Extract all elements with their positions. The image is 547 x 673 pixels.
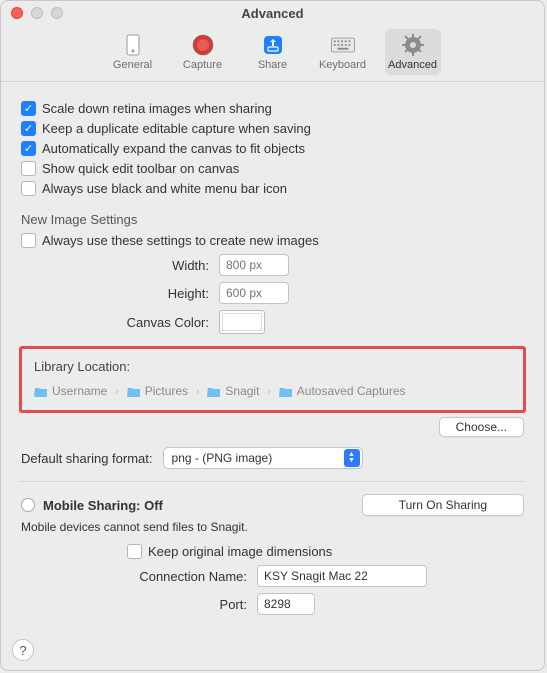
folder-icon — [279, 386, 293, 397]
capture-icon — [191, 33, 215, 57]
tab-label: Keyboard — [319, 59, 366, 71]
breadcrumb-item: Autosaved Captures — [279, 384, 406, 398]
tab-label: Capture — [183, 59, 222, 71]
breadcrumb-label: Snagit — [225, 384, 259, 398]
window-title: Advanced — [1, 6, 544, 21]
turn-on-sharing-button[interactable]: Turn On Sharing — [362, 494, 524, 516]
check-label: Always use these settings to create new … — [42, 233, 319, 248]
folder-icon — [127, 386, 141, 397]
titlebar: Advanced — [1, 1, 544, 25]
port-input[interactable] — [257, 593, 315, 615]
divider — [19, 481, 526, 482]
canvas-color-well[interactable] — [219, 310, 265, 334]
mobile-sharing-title: Mobile Sharing: Off — [43, 498, 163, 513]
port-label: Port: — [19, 597, 257, 612]
checkbox-expand-canvas[interactable]: ✓ — [21, 141, 36, 156]
sharing-format-select[interactable]: png - (PNG image) ▲▼ — [163, 447, 363, 469]
tab-general[interactable]: General — [105, 29, 161, 75]
check-label: Scale down retina images when sharing — [42, 101, 272, 116]
library-title: Library Location: — [34, 359, 511, 374]
tab-keyboard[interactable]: Keyboard — [315, 29, 371, 75]
preferences-window: Advanced General Capture Share Keyboard — [0, 0, 545, 671]
mobile-sharing-subtitle: Mobile devices cannot send files to Snag… — [21, 520, 524, 534]
tab-label: Share — [258, 59, 287, 71]
breadcrumb-item: Snagit — [207, 384, 259, 398]
keyboard-icon — [331, 33, 355, 57]
preferences-toolbar: General Capture Share Keyboard Advanced — [1, 25, 544, 82]
breadcrumb-item: Pictures — [127, 384, 188, 398]
check-label: Automatically expand the canvas to fit o… — [42, 141, 305, 156]
check-label: Always use black and white menu bar icon — [42, 181, 287, 196]
folder-icon — [207, 386, 221, 397]
checkbox-bw-menubar[interactable] — [21, 181, 36, 196]
height-label: Height: — [19, 286, 219, 301]
checkbox-duplicate[interactable]: ✓ — [21, 121, 36, 136]
checkbox-quick-edit[interactable] — [21, 161, 36, 176]
select-value: png - (PNG image) — [172, 451, 273, 465]
checkbox-always-use[interactable] — [21, 233, 36, 248]
tab-label: Advanced — [388, 59, 437, 71]
updown-arrows-icon: ▲▼ — [344, 449, 360, 467]
breadcrumb-label: Pictures — [145, 384, 188, 398]
content-area: ✓ Scale down retina images when sharing ✓… — [1, 82, 544, 670]
canvas-color-label: Canvas Color: — [19, 315, 219, 330]
breadcrumb-item: Username — [34, 384, 107, 398]
check-label: Keep a duplicate editable capture when s… — [42, 121, 311, 136]
help-button[interactable]: ? — [12, 639, 34, 661]
height-input[interactable] — [219, 282, 289, 304]
new-image-heading: New Image Settings — [21, 212, 524, 227]
tab-share[interactable]: Share — [245, 29, 301, 75]
check-label: Keep original image dimensions — [148, 544, 332, 559]
tab-label: General — [113, 59, 152, 71]
connection-name-label: Connection Name: — [19, 569, 257, 584]
breadcrumb-label: Autosaved Captures — [297, 384, 406, 398]
share-icon — [261, 33, 285, 57]
folder-icon — [34, 386, 48, 397]
general-icon — [121, 33, 145, 57]
connection-name-input[interactable] — [257, 565, 427, 587]
chevron-right-icon: › — [196, 386, 199, 397]
tab-advanced[interactable]: Advanced — [385, 29, 441, 75]
mobile-sharing-radio[interactable] — [21, 498, 35, 512]
library-location-box: Library Location: Username › Pictures › … — [19, 346, 526, 413]
gear-icon — [401, 33, 425, 57]
width-label: Width: — [19, 258, 219, 273]
check-label: Show quick edit toolbar on canvas — [42, 161, 239, 176]
checkbox-keep-dims[interactable] — [127, 544, 142, 559]
library-breadcrumb: Username › Pictures › Snagit › Autosaved… — [34, 384, 511, 398]
checkbox-scale-retina[interactable]: ✓ — [21, 101, 36, 116]
sharing-format-label: Default sharing format: — [21, 451, 153, 466]
tab-capture[interactable]: Capture — [175, 29, 231, 75]
choose-button[interactable]: Choose... — [439, 417, 524, 437]
chevron-right-icon: › — [115, 386, 118, 397]
chevron-right-icon: › — [267, 386, 270, 397]
breadcrumb-label: Username — [52, 384, 107, 398]
width-input[interactable] — [219, 254, 289, 276]
